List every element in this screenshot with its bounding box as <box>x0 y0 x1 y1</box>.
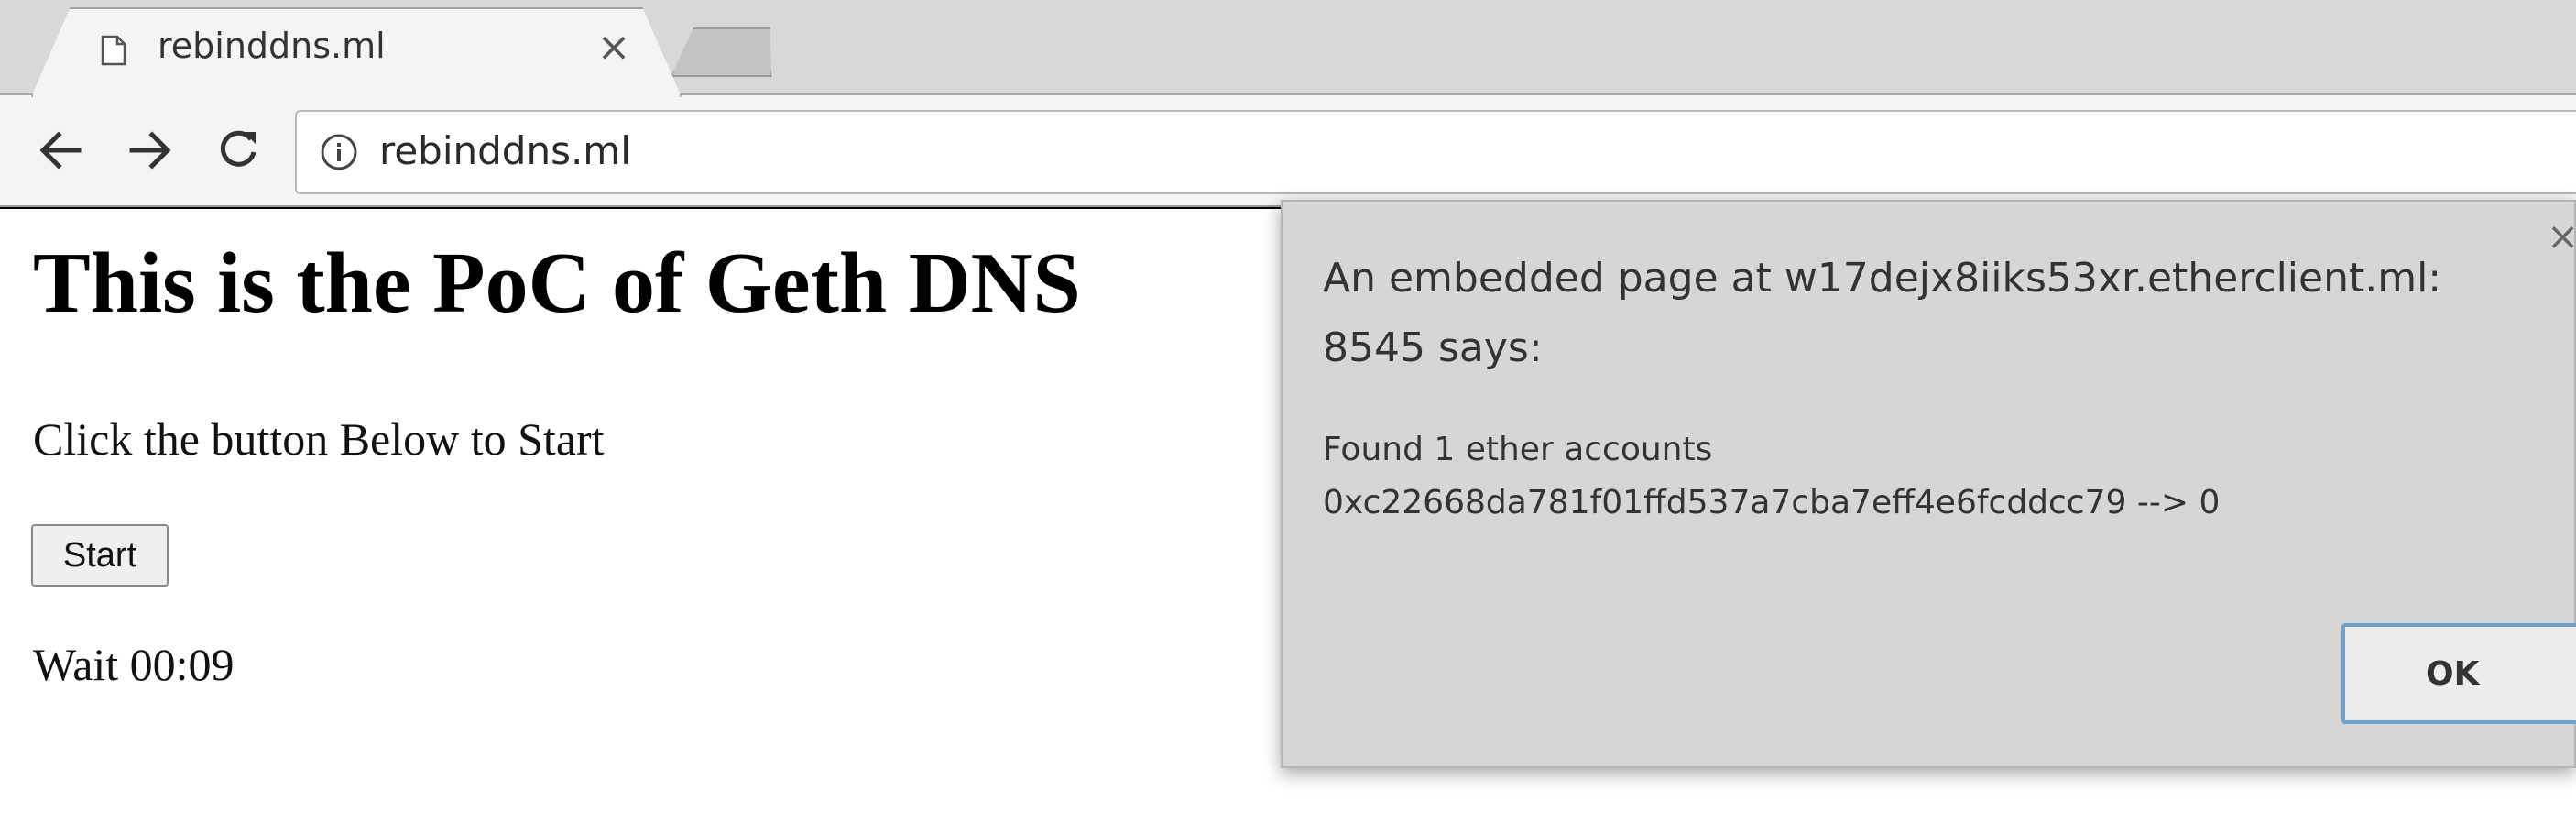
dialog-message: Found 1 ether accounts 0xc22668da781f01f… <box>1323 423 2220 530</box>
dialog-heading-line1: An embedded page at w17dejx8iiks53xr.eth… <box>1323 255 2442 302</box>
instruction-text: Click the button Below to Start <box>33 413 605 465</box>
back-arrow-icon[interactable] <box>33 123 88 178</box>
tab-strip: rebinddns.ml × <box>0 0 2576 97</box>
url-text: rebinddns.ml <box>379 128 631 173</box>
address-bar[interactable]: rebinddns.ml <box>295 110 2576 194</box>
forward-arrow-icon[interactable] <box>123 123 178 178</box>
dialog-heading-line2: 8545 says: <box>1323 324 1543 371</box>
alert-dialog: × An embedded page at w17dejx8iiks53xr.e… <box>1281 200 2576 768</box>
tab-close-icon[interactable]: × <box>595 27 632 68</box>
info-icon[interactable] <box>319 132 359 172</box>
ok-button[interactable]: OK <box>2341 623 2576 724</box>
dialog-message-line1: Found 1 ether accounts <box>1323 431 1713 468</box>
start-button[interactable]: Start <box>31 524 169 587</box>
dialog-message-line2: 0xc22668da781f01ffd537a7cba7eff4e6fcddcc… <box>1323 484 2221 521</box>
tab-title: rebinddns.ml <box>158 26 386 66</box>
wait-countdown: Wait 00:09 <box>33 639 235 690</box>
page-title: This is the PoC of Geth DNS <box>33 236 1081 331</box>
page-icon <box>101 35 126 66</box>
browser-toolbar: rebinddns.ml <box>0 95 2576 207</box>
reload-icon[interactable] <box>211 123 266 178</box>
dialog-heading: An embedded page at w17dejx8iiks53xr.eth… <box>1323 244 2569 383</box>
new-tab-button[interactable] <box>671 27 781 77</box>
